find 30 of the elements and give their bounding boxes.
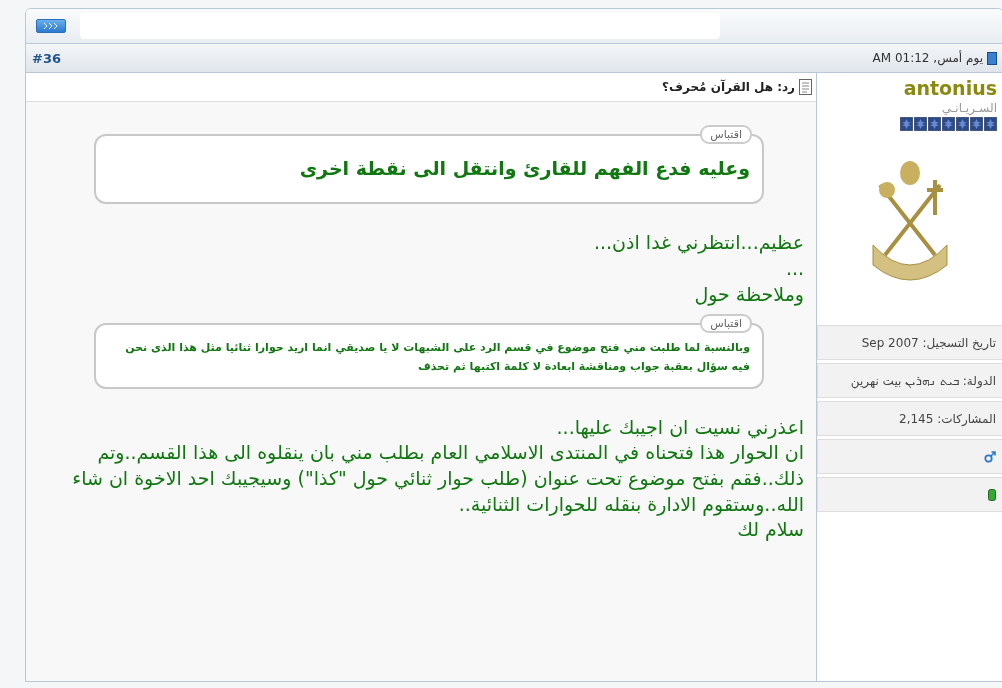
post-icon [987,51,997,65]
post-title: رد: هل القرآن مُحرف؟ [662,80,795,94]
male-symbol-icon [984,450,996,463]
cross-star-icon [970,117,983,131]
cross-star-icon [914,117,927,131]
post-text: سلام لك [736,517,804,543]
document-icon [799,79,812,95]
cross-star-icon [900,117,913,131]
quote-text: وبالنسبة لما طلبت مني فتح موضوع في قسم الرد على الشبهات لا يا صديقي انما اريد حوارا ثنائيا مثل هذا الذى نحن فيه سؤال بعقبة جواب ومناقشة ابعادة لا كلمة اكتبها ثم تحذف [124,340,750,375]
post-text: ... [784,255,804,281]
cross-star-icon [928,117,941,131]
profile-field: تاريخ التسجيل: Sep 2007 [817,325,1002,360]
post-text: عظيم...انتظرني غدا اذن... [593,230,804,256]
quote-text: وعليه فدع الفهم للقارئ وانتقل الى نقطة اخرى [298,156,750,182]
cross-star-icon [984,117,997,131]
cross-star-icon [956,117,969,131]
navigation-button[interactable] [36,19,66,33]
post-date: يوم أمس, 01:12 AM [872,51,983,65]
profile-field: المشاركات: 2,145 [817,401,1002,436]
username-link[interactable]: antonius [817,77,1002,99]
quote-label: اقتباس [700,314,752,334]
post-text: وملاحظة حول [693,281,804,308]
post-text: اعذرني نسيت ان اجيبك عليها... [555,414,804,441]
user-rank: السـريـانـي [940,100,998,115]
quote-label: اقتباس [700,125,752,144]
profile-field: الدولة: ܒܝܬ ܢܗܪܝܢ بيت نهرين [817,363,1002,398]
chevrons-icon [43,23,59,29]
post-text: ان الحوار هذا فتحناه في المنتدى الاسلامي العام بطلب مني بان ينقلوه الى هذا القسم..وتم ذلك..فقم بفتح موضوع تحت عنوان (طلب حوار ثنائي حول "كذا") وسيجيبك احد الاخوة ان شاء الله..وستقوم الادارة بنقله للحوارات الثنائية.. [71,440,804,518]
post-number-link[interactable]: #36 [32,50,61,66]
cross-star-icon [942,117,955,131]
